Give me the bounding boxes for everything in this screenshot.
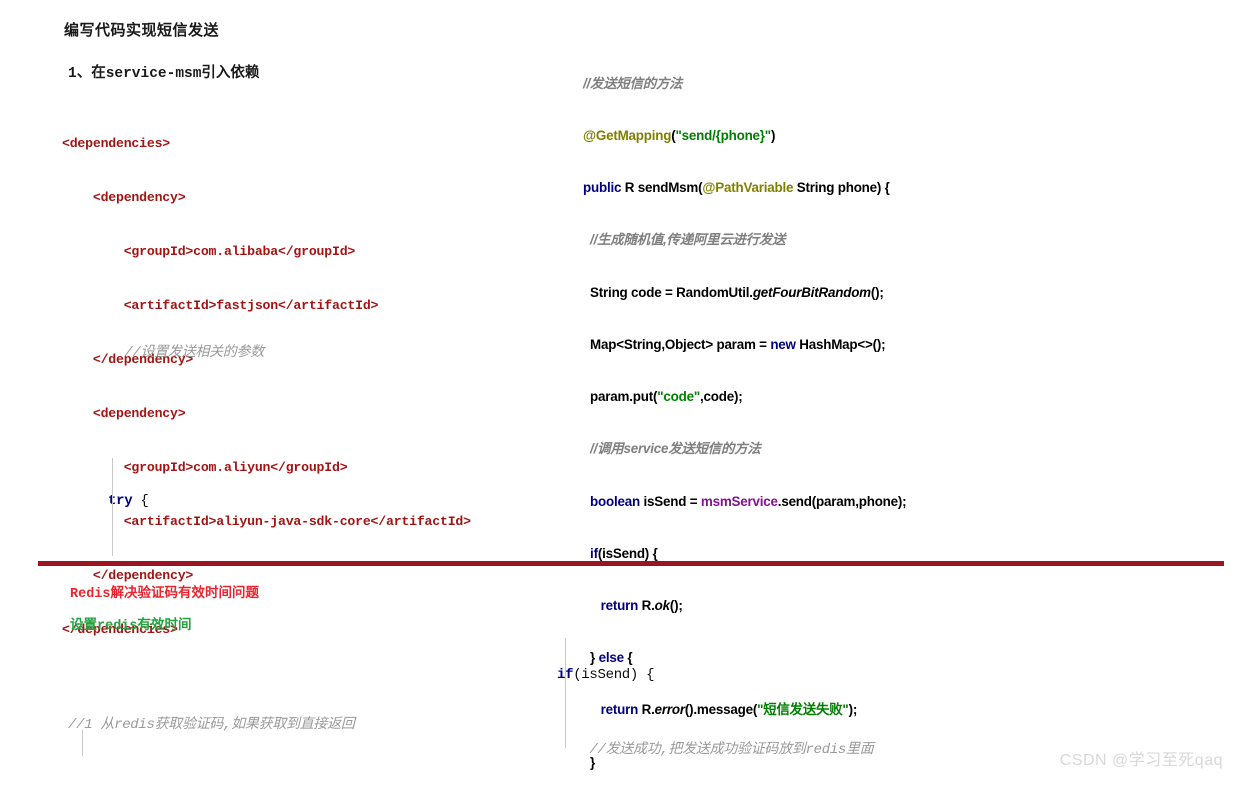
code-line: try {	[108, 493, 149, 509]
redis-section-subtitle: 设置redis有效时间	[70, 619, 192, 634]
code-line: //1 从redis获取验证码,如果获取到直接返回	[68, 717, 355, 733]
code-line: //发送短信的方法	[583, 75, 683, 91]
indent-guide	[112, 458, 113, 556]
try-block: try { //最终发送 CommonResponse response = c…	[100, 432, 800, 556]
csdn-watermark: CSDN @学习至死qaq	[1059, 752, 1223, 769]
redis-section-title: Redis解决验证码有效时间问题	[70, 587, 260, 602]
request-parameters-block: //设置发送相关的参数 request.putQueryParameter( n…	[92, 286, 792, 410]
code-line: public R sendMsm(@PathVariable String ph…	[583, 180, 890, 196]
code-line: //设置发送相关的参数	[124, 345, 264, 361]
code-line: <dependencies>	[62, 136, 170, 151]
code-line: if(isSend) {	[557, 667, 655, 683]
section-divider	[38, 561, 1224, 566]
step-heading: 1、在service-msm引入依赖	[68, 66, 260, 82]
code-line: @GetMapping("send/{phone}")	[583, 128, 776, 144]
indent-guide	[565, 638, 566, 748]
redis-left-code-block: //1 从redis获取验证码,如果获取到直接返回 String code = …	[68, 658, 568, 786]
code-line: <dependency>	[62, 190, 186, 205]
code-line: //生成随机值,传递阿里云进行发送	[590, 232, 786, 248]
redis-right-code-block: if(isSend) { //发送成功,把发送成功验证码放到redis里面 //…	[557, 608, 1237, 758]
page-title: 编写代码实现短信发送	[64, 23, 220, 39]
code-line: <groupId>com.alibaba</groupId>	[62, 244, 356, 259]
indent-guide	[82, 730, 83, 756]
